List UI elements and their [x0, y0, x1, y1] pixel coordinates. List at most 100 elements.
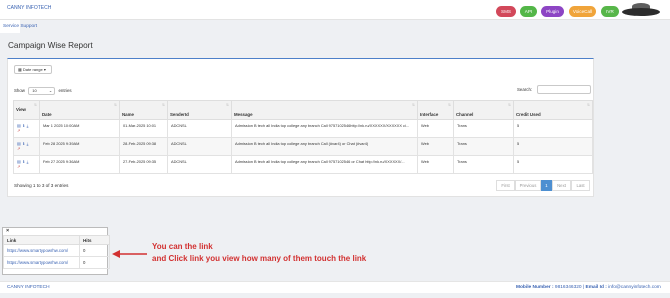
sort-icon: ⇅	[447, 103, 451, 107]
cell-interface: Web	[417, 155, 454, 174]
col-name-label: Name	[122, 112, 134, 117]
info-icon[interactable]: ℹ	[23, 123, 25, 128]
col-senderid-label: SenderId	[170, 112, 189, 117]
pager-first[interactable]: First	[496, 180, 515, 191]
campaign-table: View ⇅ Date ⇅ Name ⇅ SenderId ⇅ Message ⇅ In…	[13, 100, 593, 174]
link-stats-icon[interactable]: ↗	[17, 128, 21, 133]
show-label: Show	[14, 88, 25, 94]
link-hits-popup: × Link Hits https://www.smartypowrhw.com…	[2, 227, 110, 275]
cell-hits: 0	[79, 256, 110, 269]
cell-channel: Trans	[453, 137, 514, 156]
pager-page-1[interactable]: 1	[541, 180, 552, 191]
download-icon[interactable]: ⤓	[27, 141, 29, 146]
col-message-label: Message	[234, 112, 253, 117]
nav-plugin-button[interactable]: Plugin	[541, 6, 564, 17]
link-hits-table: Link Hits https://www.smartypowrhw.com/ …	[3, 235, 110, 269]
col-view-label: View	[16, 107, 26, 112]
table-row: ▤ ℹ ⤓ ↗ Feb 28 2025 9:39AM 28-Feb-2025 09:…	[13, 137, 593, 156]
footer-brand: CANNY INFOTECH	[7, 285, 50, 290]
link-url[interactable]: https://www.smartypowrhw.com/	[7, 260, 68, 265]
cell-message: Admission B tech all India top college a…	[231, 119, 418, 138]
caret-down-icon: ▾	[43, 67, 46, 72]
close-icon[interactable]: ×	[6, 228, 9, 234]
date-range-label: Date range	[22, 67, 43, 72]
cell-credit: 5	[513, 119, 593, 138]
col-date[interactable]: Date ⇅	[39, 100, 120, 120]
calendar-icon: ▦	[18, 67, 22, 72]
table-row: ▤ ℹ ⤓ ↗ Mar 1 2025 10:00AM 01-Mar-2025 10:…	[13, 119, 593, 138]
col-credit[interactable]: Credit Used ⇅	[513, 100, 593, 120]
link-stats-icon[interactable]: ↗	[17, 146, 21, 151]
download-icon[interactable]: ⤓	[27, 159, 29, 164]
info-icon[interactable]: ℹ	[23, 141, 25, 146]
col-interface-label: Interface	[420, 112, 439, 117]
page-title: Campaign Wise Report	[8, 41, 93, 50]
report-panel: ▦ Date range ▾ Show 10 ⌄ entries Search: …	[7, 58, 594, 197]
col-interface[interactable]: Interface ⇅	[417, 100, 454, 120]
nav-sms-button[interactable]: SMS	[496, 6, 516, 17]
nav-voicecall-button[interactable]: VoiceCall	[569, 6, 596, 17]
col-credit-label: Credit Used	[516, 112, 541, 117]
pager-next[interactable]: Next	[552, 180, 571, 191]
cell-sender: ADCNSL	[167, 119, 232, 138]
mobile-number: 9816346320	[554, 285, 582, 290]
nav-ivr-button[interactable]: IVR	[601, 6, 619, 17]
table-row: ▤ ℹ ⤓ ↗ Feb 27 2025 9:36AM 27-Feb-2025 09:…	[13, 155, 593, 174]
breadcrumb: Service Support	[0, 20, 37, 33]
breadcrumb-service-support[interactable]: Service Support	[3, 24, 37, 29]
cell-link: https://www.smartypowrhw.com/	[3, 256, 80, 269]
avatar[interactable]	[622, 8, 660, 16]
col-name[interactable]: Name ⇅	[119, 100, 168, 120]
cell-sender: ADCNSL	[167, 137, 232, 156]
page-length-select[interactable]: 10 ⌄	[28, 87, 56, 95]
col-senderid[interactable]: SenderId ⇅	[167, 100, 232, 120]
row-actions: ▤ ℹ ⤓ ↗	[13, 155, 40, 174]
search-label: Search:	[517, 87, 533, 92]
pager-last[interactable]: Last	[571, 180, 590, 191]
top-header: CANNY INFOTECH SMS API Plugin VoiceCall …	[0, 0, 670, 20]
cell-channel: Trans	[453, 155, 514, 174]
cell-credit: 5	[513, 137, 593, 156]
cell-sender: ADCNSL	[167, 155, 232, 174]
col-date-label: Date	[42, 112, 52, 117]
cell-date: Mar 1 2025 10:00AM	[39, 119, 120, 138]
table-info: Showing 1 to 3 of 3 entries	[14, 183, 69, 188]
pager-previous[interactable]: Previous	[515, 180, 541, 191]
cell-hits: 0	[79, 244, 110, 257]
col-link: Link	[3, 235, 80, 245]
chevron-down-icon: ⌄	[48, 88, 53, 93]
cell-name: 01-Mar-2025 10:01	[119, 119, 168, 138]
cell-message: Admission B tech all India top college a…	[231, 155, 418, 174]
download-icon[interactable]: ⤓	[27, 123, 29, 128]
sort-icon: ⇅	[33, 103, 37, 107]
col-channel[interactable]: Channel ⇅	[453, 100, 514, 120]
sort-icon: ⇅	[161, 103, 165, 107]
sort-icon: ⇅	[113, 103, 117, 107]
entries-label: entries	[58, 88, 72, 94]
arrow-left-icon	[112, 250, 147, 258]
info-icon[interactable]: ℹ	[23, 159, 25, 164]
search-input[interactable]	[537, 85, 591, 94]
nav-api-button[interactable]: API	[520, 6, 537, 17]
annotation-line-2: and Click link you view how many of them…	[152, 254, 367, 263]
cell-name: 28-Feb-2025 09:38	[119, 137, 168, 156]
table-row: https://www.smartypowrhw.com/ 0	[3, 244, 110, 257]
annotation-line-1: You can the link	[152, 242, 213, 251]
cell-message: Admission B tech all India top college a…	[231, 137, 418, 156]
cell-credit: 5	[513, 155, 593, 174]
sort-icon: ⇅	[225, 103, 229, 107]
col-message[interactable]: Message ⇅	[231, 100, 418, 120]
date-range-button[interactable]: ▦ Date range ▾	[14, 65, 52, 74]
email-label: Email Id :	[585, 285, 607, 290]
col-hits: Hits	[79, 235, 110, 245]
col-view[interactable]: View ⇅	[13, 100, 40, 120]
link-url[interactable]: https://www.smartypowrhw.com/	[7, 248, 68, 253]
sort-icon: ⇅	[411, 103, 415, 107]
link-stats-icon[interactable]: ↗	[17, 164, 21, 169]
brand-logo[interactable]: CANNY INFOTECH	[7, 5, 51, 11]
footer-contact: Mobile Number : 9816346320 | Email Id : …	[516, 285, 661, 290]
sort-icon: ⇅	[507, 103, 511, 107]
row-actions: ▤ ℹ ⤓ ↗	[13, 137, 40, 156]
email-address[interactable]: info@cannyinfotech.com	[608, 285, 661, 290]
page-length-control: Show 10 ⌄ entries	[14, 87, 72, 95]
